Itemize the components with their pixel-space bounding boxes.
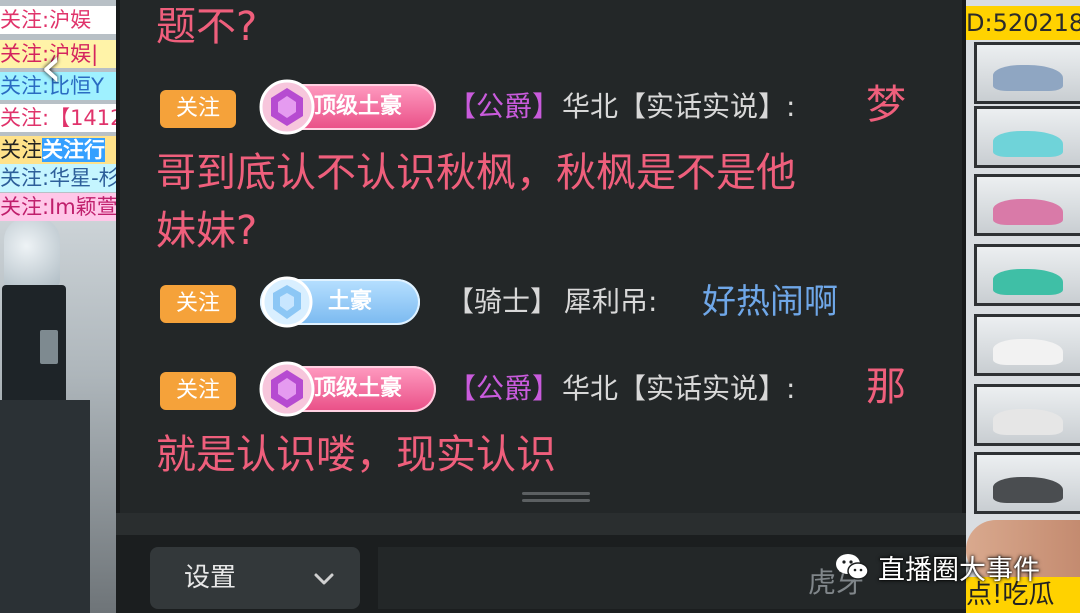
sneaker (993, 477, 1063, 503)
follow-banner-highlight: 关注行 (42, 138, 105, 162)
shoe-shelf (974, 106, 1080, 168)
sneaker (993, 131, 1063, 157)
back-chevron-icon[interactable]: ‹ (40, 40, 86, 100)
chat-message-text: 妹妹? (156, 208, 258, 254)
follow-banner: 关注:沪娱 (0, 6, 116, 34)
crown-gem-icon (259, 79, 315, 135)
chat-message-text: 梦 (866, 82, 906, 128)
dispenser-cabinet (0, 400, 90, 613)
follow-button[interactable]: 关注 (160, 285, 236, 323)
sneaker (993, 339, 1063, 365)
shoe-shelf (974, 244, 1080, 306)
rank-badge-label: 顶级土豪 (314, 94, 403, 119)
follow-banner: 关注:Im颖萱 (0, 193, 116, 221)
room-id-badge: D:520218 (966, 6, 1080, 40)
username[interactable]: 华北【实话实说】: (562, 366, 795, 412)
rank-badge: 顶级土豪 (259, 361, 436, 417)
follow-button[interactable]: 关注 (160, 90, 236, 128)
shoe-shelf (974, 42, 1080, 104)
follow-banner: 关注:华星-杉 (0, 164, 116, 192)
follow-button[interactable]: 关注 (160, 372, 236, 410)
follow-banner: 关注:【1412 (0, 104, 116, 132)
chat-message-text: 好热闹啊 (702, 282, 838, 322)
rank-badge: 土豪 (260, 276, 420, 328)
shoe-shelf (974, 174, 1080, 236)
shoe-shelf (974, 314, 1080, 376)
sneaker (993, 199, 1063, 225)
sneaker (993, 269, 1063, 295)
watermark-text: 直播圈大事件 (878, 554, 1040, 586)
wechat-icon (836, 554, 869, 580)
rank-badge: 顶级土豪 (259, 79, 436, 135)
resize-grip[interactable] (522, 492, 590, 504)
crown-gem-icon (259, 361, 315, 417)
settings-label: 设置 (184, 563, 237, 593)
chat-message-text: 哥到底认不认识秋枫，秋枫是不是他 (156, 150, 796, 196)
rank-badge-label: 土豪 (328, 289, 373, 314)
username[interactable]: 犀利吊: (564, 279, 657, 325)
right-video-strip: D:520218 点!吃瓜 (966, 0, 1080, 613)
sneaker (993, 409, 1063, 435)
rank-badge-label: 顶级土豪 (314, 376, 403, 401)
water-bottle (4, 218, 60, 288)
noble-title: 【公爵】 (448, 90, 561, 123)
shield-gem-icon (261, 276, 313, 328)
shoe-shelf (974, 384, 1080, 446)
chat-message-text: 就是认识喽，现实认识 (156, 432, 556, 478)
dispenser-panel (40, 330, 58, 364)
chat-message-text: 那 (866, 364, 906, 410)
follow-banner: 关注关注行 (0, 136, 116, 164)
shoe-shelf (974, 452, 1080, 514)
username[interactable]: 华北【实话实说】: (562, 84, 795, 130)
noble-title: 【公爵】 (448, 372, 561, 405)
sneaker (993, 65, 1063, 91)
settings-dropdown[interactable]: 设置 (150, 547, 360, 609)
chat-message-list[interactable]: 题不? 关注 顶级土豪 【公爵】 华北【实话实说】: 梦 哥到底认不认识秋枫，秋… (116, 0, 966, 513)
follow-banner-prefix: 关注 (0, 138, 42, 162)
chat-message-text: 题不? (156, 4, 258, 50)
noble-title: 【骑士】 (446, 285, 559, 318)
chevron-down-icon (314, 573, 334, 585)
left-video-strip: 关注:沪娱 关注:沪娱| 关注:比恒Y 关注:【1412 关注关注行 关注:华星… (0, 0, 116, 613)
watermark: 直播圈大事件 (834, 546, 1040, 588)
